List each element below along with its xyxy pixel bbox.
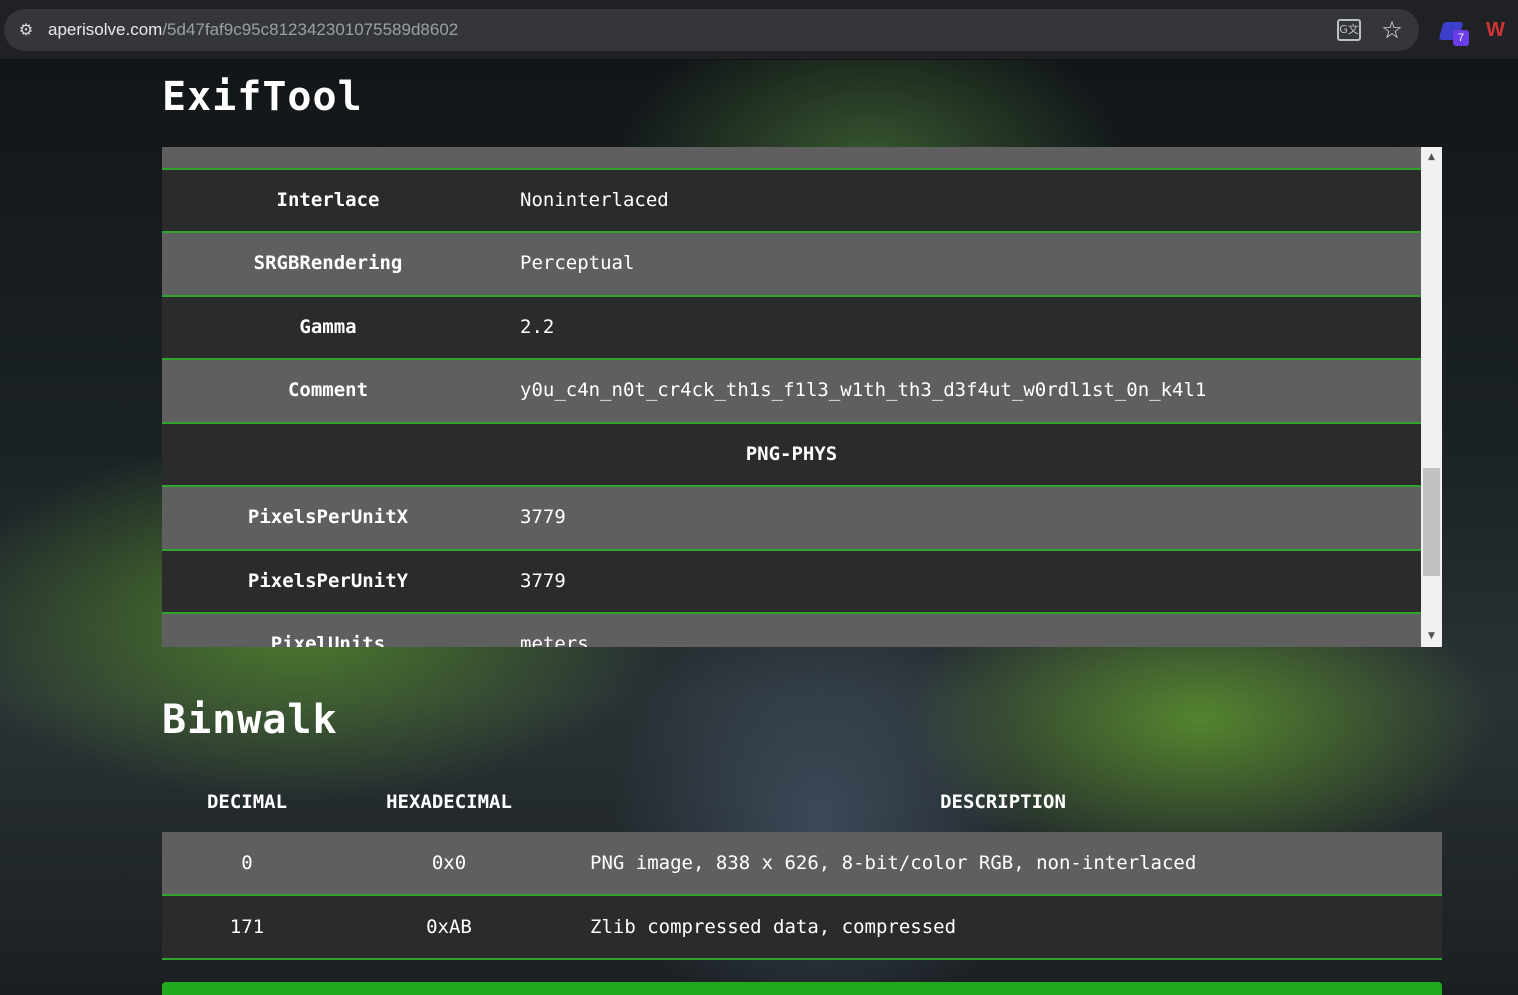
star-icon[interactable]: ☆ [1378, 16, 1406, 44]
exif-value: 3779 [520, 569, 566, 592]
table-row: Comment y0u_c4n_n0t_cr4ck_th1s_f1l3_w1th… [162, 360, 1421, 424]
exif-value: 2.2 [520, 315, 555, 338]
exif-key: Interlace [276, 188, 380, 211]
exif-value: meters [520, 633, 589, 647]
binwalk-description: PNG image, 838 x 626, 8-bit/color RGB, n… [590, 852, 1197, 874]
url-text[interactable]: aperisolve.com/5d47faf9c95c8123423010755… [48, 20, 458, 40]
binwalk-decimal: 0 [241, 852, 253, 874]
table-row: 171 0xAB Zlib compressed data, compresse… [162, 896, 1442, 960]
exif-value: Noninterlaced [520, 188, 669, 211]
binwalk-title: Binwalk [162, 697, 338, 743]
table-row: Gamma 2.2 [162, 296, 1421, 360]
browser-toolbar: ⚙ aperisolve.com/5d47faf9c95c81234230107… [0, 0, 1518, 60]
exiftool-scrollbar[interactable]: ▲ ▼ [1421, 147, 1442, 647]
scroll-up-arrow-icon[interactable]: ▲ [1421, 147, 1442, 168]
binwalk-table-header: DECIMAL HEXADECIMAL DESCRIPTION [162, 773, 1442, 831]
url-domain: aperisolve.com [48, 20, 163, 39]
next-section-bar [162, 982, 1442, 995]
exif-value: y0u_c4n_n0t_cr4ck_th1s_f1l3_w1th_th3_d3f… [520, 379, 1207, 401]
exif-key: SRGBRendering [253, 252, 403, 274]
exif-key: PixelsPerUnitX [247, 506, 409, 528]
exif-key: PixelsPerUnitY [247, 569, 409, 592]
exif-value: 3779 [520, 506, 566, 528]
table-row: PixelUnits meters [162, 614, 1421, 647]
exif-value: Perceptual [520, 252, 635, 274]
exiftool-title: ExifTool [162, 74, 363, 120]
column-header-decimal: DECIMAL [206, 791, 288, 813]
exif-key [162, 147, 494, 167]
scroll-down-arrow-icon[interactable]: ▼ [1421, 626, 1442, 647]
table-row: PixelsPerUnitY 3779 [162, 550, 1421, 614]
table-row: PixelsPerUnitX 3779 [162, 487, 1421, 551]
binwalk-decimal: 171 [229, 916, 265, 938]
binwalk-hexadecimal: 0xAB [426, 916, 472, 938]
exif-group-heading: PNG-PHYS [745, 442, 838, 465]
column-header-description: DESCRIPTION [940, 791, 1066, 813]
extension-badge: 7 [1453, 30, 1469, 46]
translate-icon[interactable]: G文 [1337, 19, 1361, 41]
extension-gem-icon[interactable]: 7 [1438, 20, 1471, 50]
table-group-row: PNG-PHYS [162, 423, 1421, 487]
exif-key: PixelUnits [270, 633, 386, 647]
address-bar[interactable]: ⚙ aperisolve.com/5d47faf9c95c81234230107… [4, 9, 1419, 51]
exiftool-panel[interactable]: Interlace Noninterlaced SRGBRendering Pe… [162, 147, 1442, 647]
url-path: /5d47faf9c95c812342301075589d8602 [162, 20, 459, 39]
extension-w-icon[interactable]: W [1486, 18, 1505, 42]
table-row: Interlace Noninterlaced [162, 169, 1421, 233]
scroll-thumb[interactable] [1423, 468, 1440, 576]
exif-key: Gamma [299, 315, 357, 338]
table-row [162, 147, 1421, 170]
column-header-hexadecimal: HEXADECIMAL [386, 791, 512, 813]
tune-icon[interactable]: ⚙ [16, 20, 36, 40]
binwalk-hexadecimal: 0x0 [431, 852, 467, 874]
table-row: 0 0x0 PNG image, 838 x 626, 8-bit/color … [162, 832, 1442, 896]
exiftool-table: Interlace Noninterlaced SRGBRendering Pe… [162, 147, 1421, 647]
table-row: SRGBRendering Perceptual [162, 233, 1421, 297]
exif-key: Comment [287, 379, 369, 401]
binwalk-description: Zlib compressed data, compressed [590, 916, 957, 938]
